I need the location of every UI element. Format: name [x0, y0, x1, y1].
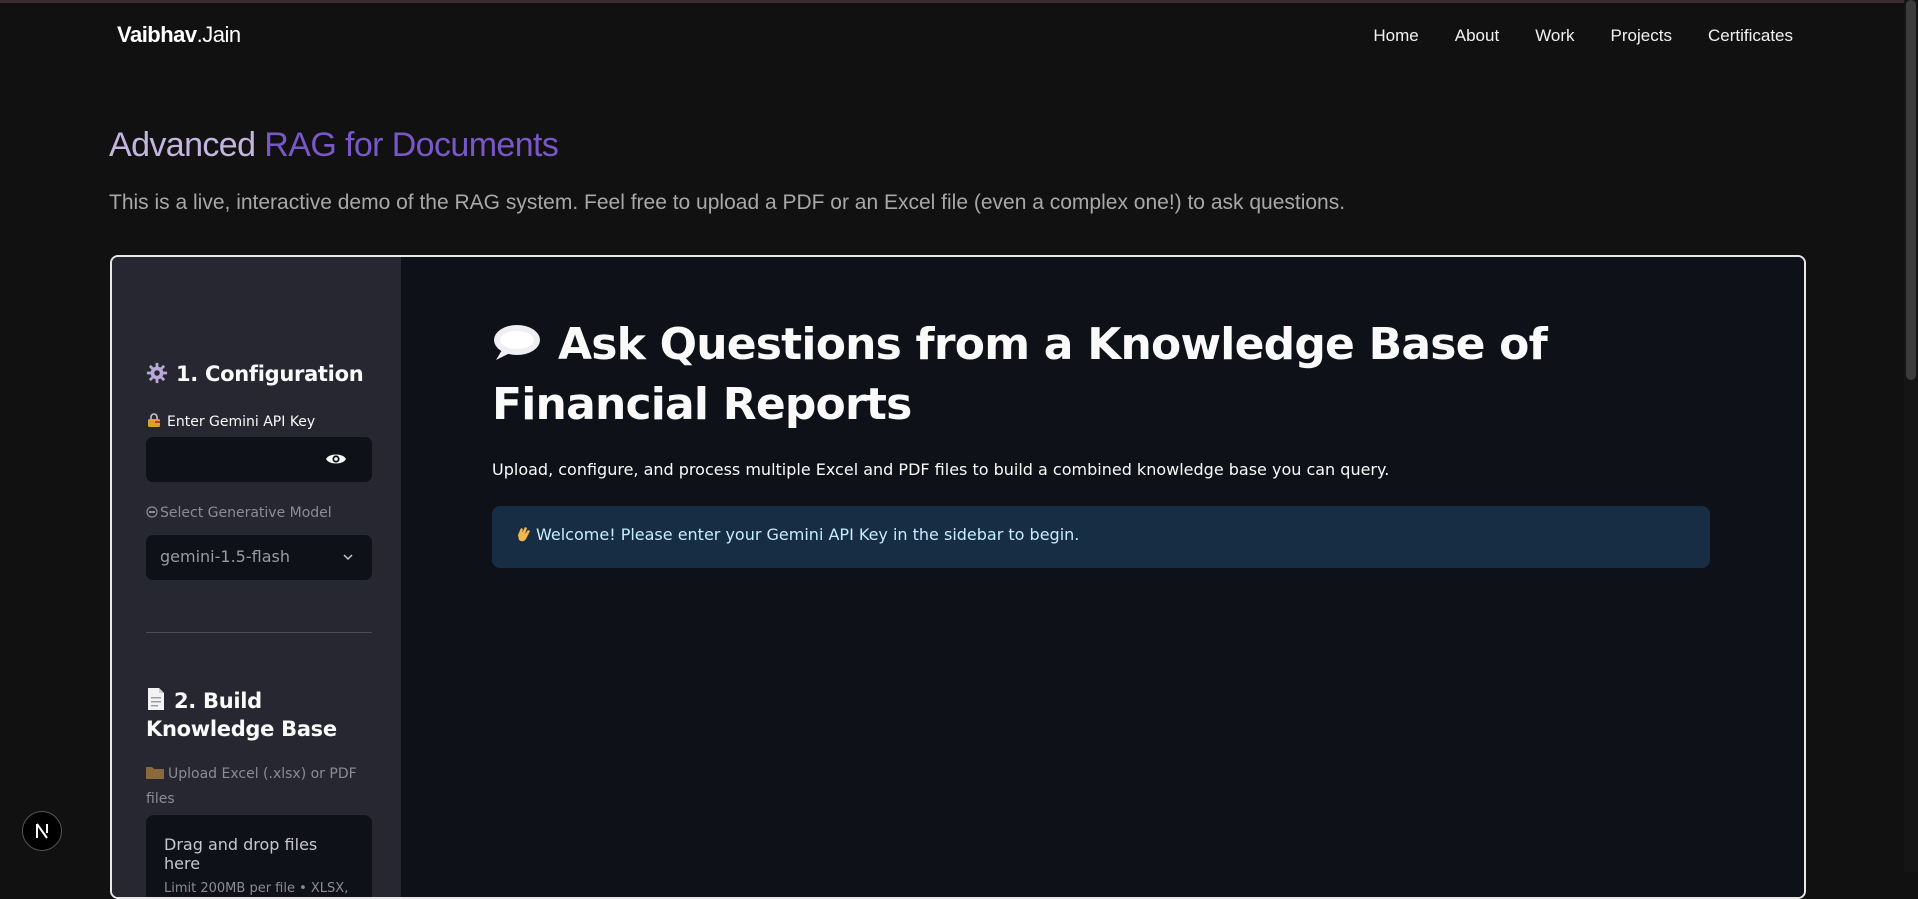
nextjs-logo-icon	[36, 823, 48, 839]
speech-bubble-icon	[494, 325, 540, 360]
scrollbar-thumb[interactable]	[1906, 0, 1916, 380]
waving-hand-icon	[518, 527, 530, 542]
lock-key-icon	[148, 413, 160, 427]
nav-work[interactable]: Work	[1535, 26, 1574, 46]
show-password-eye-icon[interactable]	[325, 451, 347, 467]
dropzone-text: Drag and drop files here	[164, 835, 318, 873]
title-part-1: Advanced	[109, 126, 265, 164]
model-select-value: gemini-1.5-flash	[160, 547, 290, 566]
model-label-text: Select Generative Model	[160, 505, 332, 521]
nav-certificates[interactable]: Certificates	[1708, 26, 1793, 46]
folder-icon	[146, 767, 164, 779]
sidebar: 1. Configuration Enter Gemini API Key Se…	[112, 257, 401, 897]
sidebar-divider	[146, 632, 372, 633]
top-accent-line	[0, 0, 1918, 3]
main-title-text: Ask Questions from a Knowledge Base of F…	[492, 319, 1548, 430]
nextjs-dev-badge[interactable]	[22, 811, 62, 851]
brand-first-name: Vaibhav	[117, 22, 197, 47]
main-panel: Ask Questions from a Knowledge Base of F…	[401, 257, 1804, 897]
nav-about[interactable]: About	[1455, 26, 1499, 46]
title-part-2: RAG for Documents	[264, 126, 559, 164]
brand-last-name: .Jain	[196, 22, 241, 47]
top-nav: Home About Work Projects Certificates	[1373, 26, 1793, 46]
api-key-label: Enter Gemini API Key	[146, 412, 315, 430]
file-dropzone[interactable]: Drag and drop files here Limit 200MB per…	[146, 815, 372, 897]
upload-label: Upload Excel (.xlsx) or PDF files	[146, 762, 372, 812]
chevron-down-icon	[343, 554, 353, 561]
model-label: Select Generative Model	[146, 505, 332, 521]
page-title: Advanced RAG for Documents	[109, 126, 559, 165]
nav-projects[interactable]: Projects	[1611, 26, 1672, 46]
main-title: Ask Questions from a Knowledge Base of F…	[492, 315, 1662, 435]
kb-heading: 2. Build Knowledge Base	[146, 687, 376, 743]
robot-icon	[146, 506, 158, 518]
welcome-info-box: Welcome! Please enter your Gemini API Ke…	[492, 506, 1710, 568]
gear-icon	[146, 362, 168, 384]
kb-heading-text: 2. Build Knowledge Base	[146, 689, 337, 741]
page-subtitle: This is a live, interactive demo of the …	[109, 191, 1346, 214]
config-heading-text: 1. Configuration	[176, 362, 364, 386]
dropzone-hint: Limit 200MB per file • XLSX, PDF	[164, 881, 349, 897]
api-key-label-text: Enter Gemini API Key	[167, 414, 316, 430]
app-embed-frame: 1. Configuration Enter Gemini API Key Se…	[110, 255, 1806, 899]
nav-home[interactable]: Home	[1373, 26, 1418, 46]
api-key-field	[146, 437, 372, 482]
brand-logo[interactable]: Vaibhav.Jain	[117, 22, 241, 48]
upload-label-text: Upload Excel (.xlsx) or PDF files	[146, 766, 357, 807]
page-scrollbar[interactable]	[1904, 0, 1918, 872]
document-icon	[148, 688, 164, 710]
welcome-info-text: Welcome! Please enter your Gemini API Ke…	[536, 525, 1080, 544]
model-select[interactable]: gemini-1.5-flash	[146, 535, 372, 580]
api-key-input[interactable]	[146, 437, 344, 482]
config-heading: 1. Configuration	[146, 362, 364, 386]
main-description: Upload, configure, and process multiple …	[492, 460, 1390, 479]
